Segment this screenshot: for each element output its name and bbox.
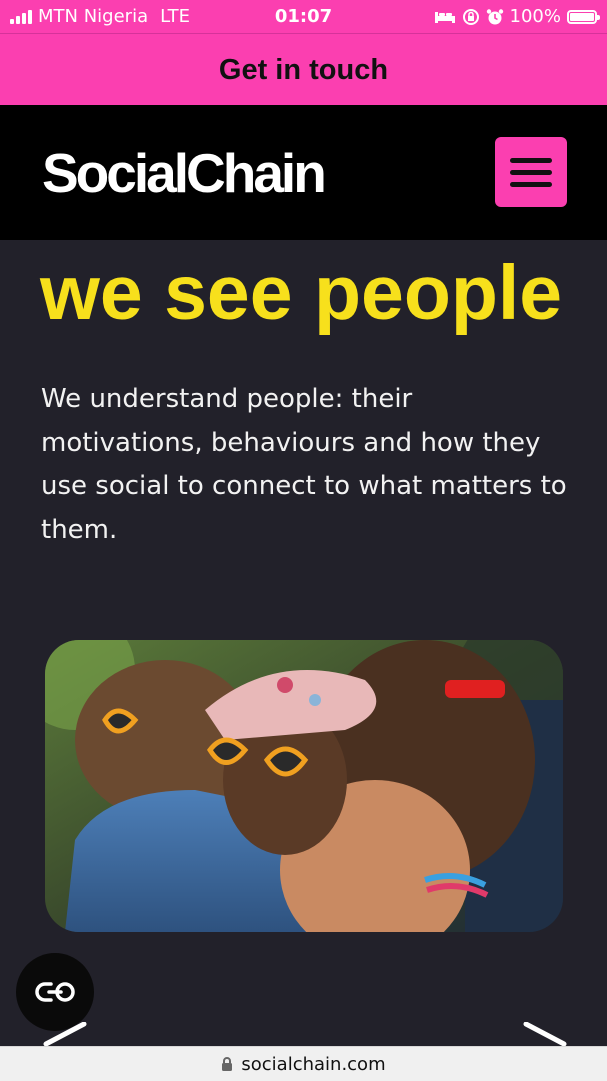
status-bar: MTN Nigeria LTE 01:07 100% [0,0,607,33]
hamburger-menu-button[interactable] [495,137,567,207]
browser-url: socialchain.com [241,1053,386,1075]
signal-icon [10,9,32,24]
carrier-name: MTN Nigeria [38,6,149,27]
site-header: SocialChain [0,105,607,240]
browser-url-bar[interactable]: socialchain.com [0,1046,607,1081]
hamburger-menu-icon [510,157,552,163]
battery-percentage: 100% [509,6,561,27]
screen-lock-icon [462,8,479,25]
chat-link-button[interactable] [16,953,94,1031]
bed-icon [434,11,455,23]
battery-icon [567,9,600,24]
get-in-touch-button[interactable]: Get in touch [0,33,607,106]
socialchain-logo[interactable]: SocialChain [42,143,327,203]
get-in-touch-label: Get in touch [218,53,389,86]
lock-icon [222,1057,233,1071]
page-headline: we see people [40,250,563,336]
hero-photo [45,640,563,932]
status-right: 100% [434,6,600,27]
intro-paragraph: We understand people: their motivations,… [41,384,567,545]
status-left: MTN Nigeria LTE [10,6,190,27]
alarm-icon [486,8,503,24]
chat-link-icon [35,982,75,1002]
network-type: LTE [160,6,191,27]
